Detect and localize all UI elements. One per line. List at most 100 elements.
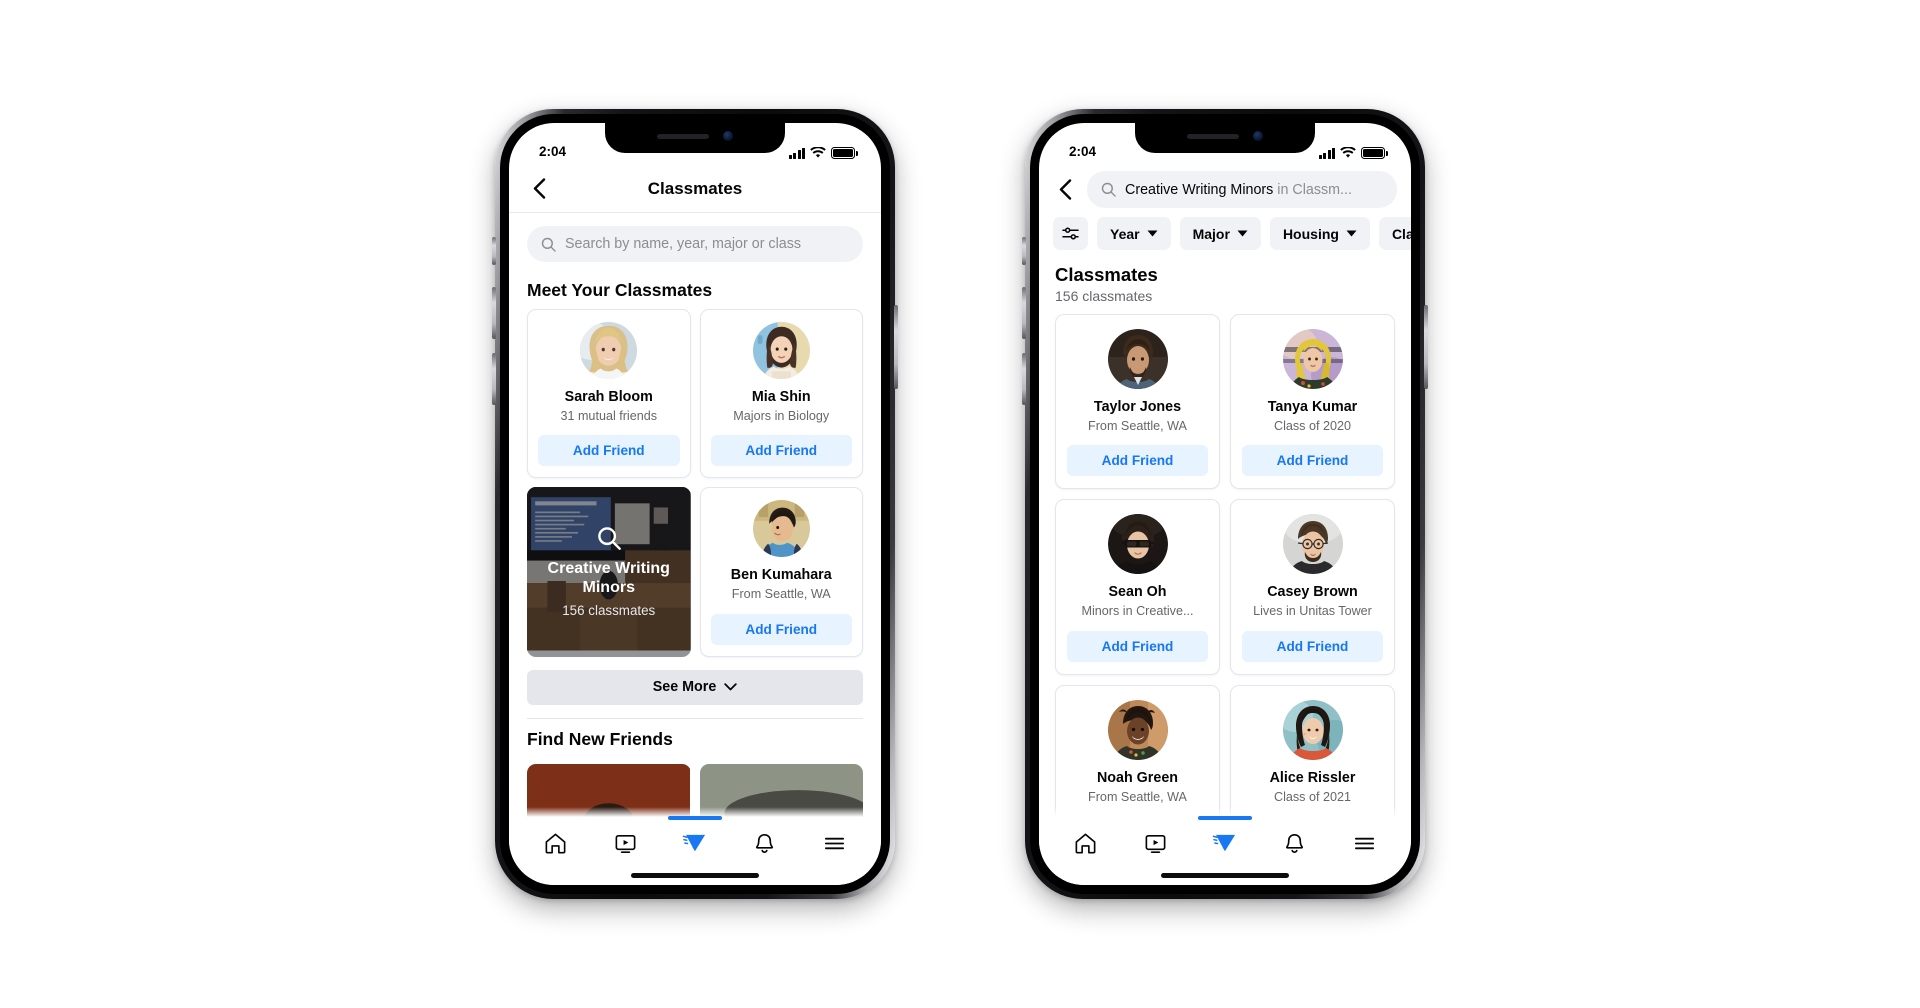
back-chevron-icon[interactable] [1053,178,1077,202]
see-more-label: See More [652,679,717,696]
classmate-subtitle: Class of 2020 [1273,419,1351,434]
nav-item-menu[interactable] [1341,825,1387,861]
bell-notification-icon [756,833,774,853]
hamburger-menu-icon [824,837,844,849]
nav-item-video[interactable] [602,825,648,861]
classmate-name: Casey Brown [1267,584,1358,601]
status-indicators [1318,147,1388,159]
power-button[interactable] [894,305,898,389]
home-icon [545,833,566,853]
volume-down-button[interactable] [492,353,496,405]
add-friend-button[interactable]: Add Friend [538,435,680,467]
avatar [1107,514,1168,575]
classmate-name: Alice Rissler [1269,769,1356,786]
filter-chip-major[interactable]: Major [1179,217,1261,250]
silent-switch[interactable] [492,237,496,265]
classmate-name: Mia Shin [751,389,811,405]
filter-chip-label: Class [1391,225,1411,242]
results-heading: Classmates 156 classmates [1039,260,1411,304]
add-friend-button[interactable]: Add Friend [1242,630,1383,662]
status-bar-right: 2:04 [1039,123,1411,165]
status-indicators [788,147,858,159]
group-tile-creative-writing-minors[interactable]: Creative Writing Minors 156 classmates [527,487,691,657]
find-new-friends-heading: Find New Friends [527,728,673,749]
wifi-icon [810,147,826,158]
filter-chip-label: Major [1192,225,1230,242]
add-friend-button[interactable]: Add Friend [710,435,852,467]
add-friend-button[interactable]: Add Friend [1067,445,1208,477]
add-friend-button[interactable]: Add Friend [710,613,852,645]
filter-chip-class[interactable]: Class [1378,217,1411,250]
pennant-flag-icon [1213,833,1236,851]
active-tab-indicator [667,816,722,820]
add-friend-button[interactable]: Add Friend [1067,630,1208,662]
classmate-subtitle: From Seattle, WA [1088,789,1187,804]
classmate-card[interactable]: Taylor Jones From Seattle, WA Add Friend [1055,314,1220,490]
back-chevron-icon[interactable] [527,177,551,201]
nav-item-menu[interactable] [811,825,857,861]
screen-left: 2:04 Classmates Search by name, year, ma… [509,123,881,885]
classmate-card[interactable]: Sean Oh Minors in Creative... Add Friend [1055,499,1220,675]
nav-item-notifications[interactable] [742,825,788,861]
silent-switch[interactable] [1022,237,1026,265]
avatar [1282,514,1343,575]
classmate-name: Sarah Bloom [564,389,653,405]
battery-icon [1361,147,1388,159]
home-indicator[interactable] [631,873,759,878]
search-icon [541,237,556,252]
wifi-icon [1340,147,1356,158]
nav-item-pennant[interactable] [667,816,722,861]
classmate-card-grid: Sarah Bloom 31 mutual friends Add Friend [509,309,881,657]
screen-right: 2:04 Creative Writing Minors in Classm..… [1039,123,1411,885]
see-more-container: See More [509,657,881,705]
video-play-icon [615,834,636,853]
add-friend-button[interactable]: Add Friend [1242,445,1383,477]
battery-icon [831,147,858,159]
classmate-subtitle: From Seattle, WA [1088,419,1187,434]
classmate-card[interactable]: Tanya Kumar Class of 2020 Add Friend [1230,314,1395,490]
nav-item-home[interactable] [1063,825,1109,861]
classmate-card[interactable]: Casey Brown Lives in Unitas Tower Add Fr… [1230,499,1395,675]
nav-item-notifications[interactable] [1272,825,1318,861]
classmate-name: Taylor Jones [1093,399,1182,415]
avatar [1282,699,1343,760]
phone-device-right: 2:04 Creative Writing Minors in Classm..… [1022,109,1428,899]
filter-chips-row: Year Major Housing Class [1039,217,1411,260]
filter-sliders-icon [1062,227,1079,240]
avatar [1107,699,1168,760]
home-indicator[interactable] [1161,873,1289,878]
volume-up-button[interactable] [1022,287,1026,339]
classmate-subtitle: From Seattle, WA [731,587,831,602]
nav-item-pennant[interactable] [1197,816,1252,861]
search-input-active[interactable]: Creative Writing Minors in Classm... [1087,171,1397,208]
power-button[interactable] [1424,305,1428,389]
search-input[interactable]: Search by name, year, major or class [527,226,863,262]
avatar [1282,329,1343,389]
search-bar-container: Search by name, year, major or class [509,213,881,270]
status-bar-left: 2:04 [509,123,881,165]
nav-item-video[interactable] [1132,825,1178,861]
tile-title: Creative Writing Minors [547,560,670,596]
filter-chip-year[interactable]: Year [1097,217,1171,250]
chevron-down-icon [1237,230,1248,237]
chevron-down-icon [724,683,738,691]
filter-chip-label: Housing [1282,225,1339,242]
volume-up-button[interactable] [492,287,496,339]
results-title: Classmates [1055,264,1158,285]
filter-chip-housing[interactable]: Housing [1269,217,1370,250]
classmate-card[interactable]: Sarah Bloom 31 mutual friends Add Friend [527,309,691,479]
classmate-card[interactable]: Ben Kumahara From Seattle, WA Add Friend [699,487,863,657]
volume-down-button[interactable] [1022,353,1026,405]
classmate-subtitle: Minors in Creative... [1081,604,1194,619]
nav-item-home[interactable] [533,825,579,861]
meet-classmates-heading: Meet Your Classmates [527,280,713,300]
phone-bezel-right: 2:04 Creative Writing Minors in Classm..… [1030,114,1420,894]
search-icon [1101,182,1116,197]
classmate-card[interactable]: Mia Shin Majors in Biology Add Friend [699,309,863,479]
chevron-down-icon [1346,230,1357,237]
filter-chip-label: Year [1110,225,1140,242]
see-more-button[interactable]: See More [527,669,863,705]
status-time: 2:04 [1069,144,1097,159]
classmate-subtitle: Lives in Unitas Tower [1253,604,1372,619]
filter-sliders-button[interactable] [1053,217,1088,250]
